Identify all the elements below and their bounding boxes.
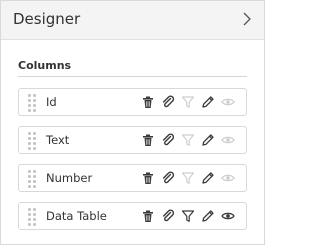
column-label: Text bbox=[46, 133, 70, 147]
trash-icon[interactable] bbox=[141, 95, 155, 109]
column-label: Number bbox=[46, 171, 93, 185]
filter-icon[interactable] bbox=[181, 133, 195, 147]
paperclip-icon[interactable] bbox=[161, 209, 175, 223]
column-row[interactable]: Number bbox=[18, 164, 247, 192]
pencil-icon[interactable] bbox=[201, 95, 215, 109]
paperclip-icon[interactable] bbox=[161, 133, 175, 147]
column-row[interactable]: Id bbox=[18, 88, 247, 116]
panel-title: Designer bbox=[13, 10, 81, 28]
column-label: Id bbox=[46, 95, 57, 109]
column-row[interactable]: Text bbox=[18, 126, 247, 154]
filter-icon[interactable] bbox=[181, 209, 195, 223]
filter-icon[interactable] bbox=[181, 171, 195, 185]
eye-icon[interactable] bbox=[221, 95, 235, 109]
columns-section-title: Columns bbox=[18, 59, 72, 72]
eye-icon[interactable] bbox=[221, 171, 235, 185]
drag-handle-icon[interactable] bbox=[28, 94, 38, 112]
column-label: Data Table bbox=[46, 209, 107, 223]
drag-handle-icon[interactable] bbox=[28, 208, 38, 226]
eye-icon[interactable] bbox=[221, 133, 235, 147]
trash-icon[interactable] bbox=[141, 171, 155, 185]
paperclip-icon[interactable] bbox=[161, 95, 175, 109]
paperclip-icon[interactable] bbox=[161, 171, 175, 185]
trash-icon[interactable] bbox=[141, 133, 155, 147]
filter-icon[interactable] bbox=[181, 95, 195, 109]
designer-panel: Designer Columns Id Text Number Data Tab… bbox=[0, 0, 265, 245]
chevron-right-icon[interactable] bbox=[242, 11, 252, 27]
pencil-icon[interactable] bbox=[201, 209, 215, 223]
eye-icon[interactable] bbox=[221, 209, 235, 223]
trash-icon[interactable] bbox=[141, 209, 155, 223]
section-divider bbox=[18, 76, 247, 77]
pencil-icon[interactable] bbox=[201, 171, 215, 185]
panel-header: Designer bbox=[1, 1, 264, 40]
drag-handle-icon[interactable] bbox=[28, 132, 38, 150]
pencil-icon[interactable] bbox=[201, 133, 215, 147]
column-row[interactable]: Data Table bbox=[18, 202, 247, 230]
drag-handle-icon[interactable] bbox=[28, 170, 38, 188]
